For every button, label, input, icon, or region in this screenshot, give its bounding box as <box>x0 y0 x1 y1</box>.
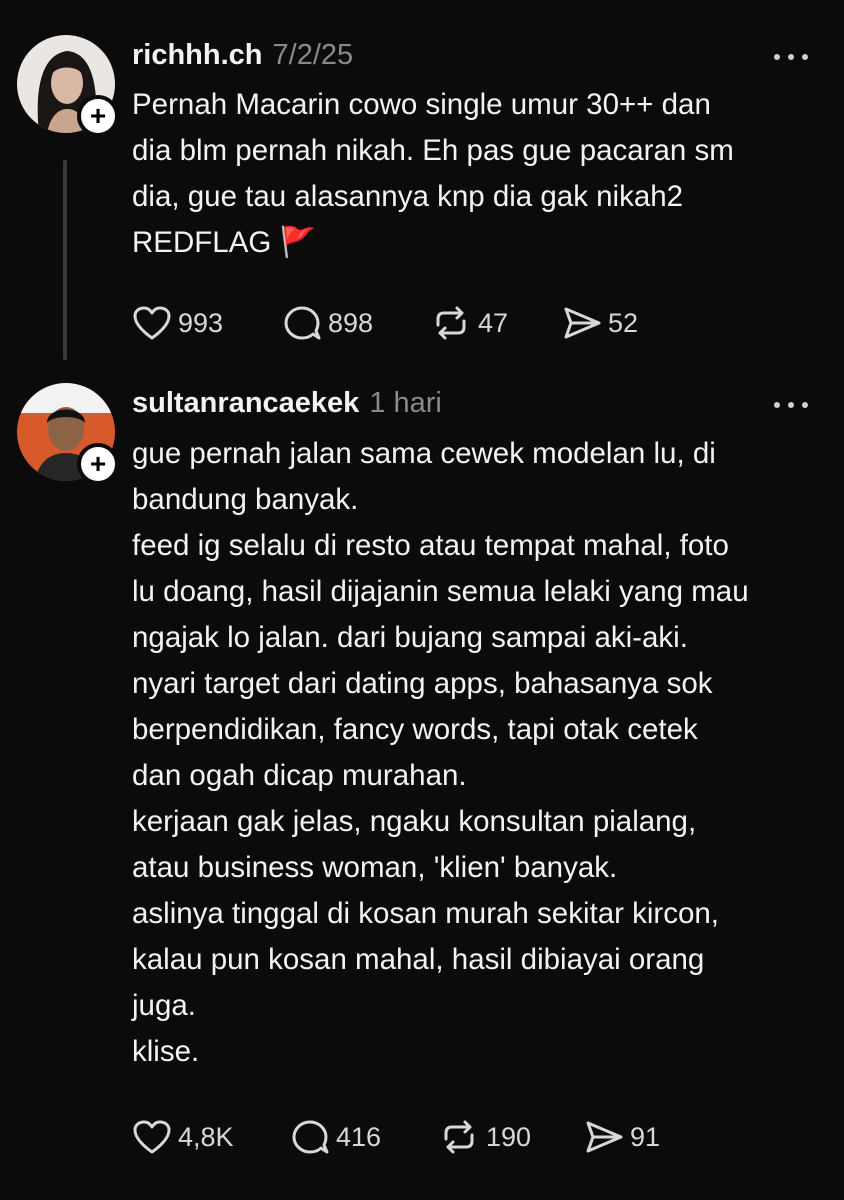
share-count: 52 <box>608 307 639 338</box>
post-text: Pernah Macarin cowo single umur 30++ dan… <box>132 82 822 266</box>
text-line: bandung banyak. <box>132 483 359 516</box>
comment-count: 898 <box>328 307 374 338</box>
text-line: gue pernah jalan sama cewek modelan lu, … <box>132 437 716 470</box>
text-line: feed ig selalu di resto atau tempat maha… <box>132 529 729 562</box>
more-icon[interactable] <box>774 398 808 412</box>
username[interactable]: richhh.ch <box>132 39 263 71</box>
repost-count: 190 <box>486 1121 532 1152</box>
username[interactable]: sultanrancaekek <box>132 387 359 419</box>
action-bar: 4,8K 416 190 91 <box>132 1117 704 1157</box>
comment-button[interactable]: 898 <box>282 305 430 341</box>
post-header: richhh.ch 7/2/25 <box>132 38 353 72</box>
heart-icon <box>133 306 171 340</box>
text-line: atau business woman, 'klien' banyak. <box>132 851 618 884</box>
thread-post-1: + richhh.ch 7/2/25 Pernah Macarin cowo si… <box>0 0 844 370</box>
thread-post-2: + sultanrancaekek 1 hari gue pernah jalan… <box>0 370 844 1200</box>
like-count: 993 <box>178 307 224 338</box>
text-line: REDFLAG 🚩 <box>132 226 317 259</box>
post-text: gue pernah jalan sama cewek modelan lu, … <box>132 431 822 1075</box>
text-line: juga. <box>132 989 196 1022</box>
like-count: 4,8K <box>178 1121 234 1152</box>
send-icon <box>586 1121 623 1153</box>
follow-plus-icon[interactable]: + <box>77 95 119 137</box>
comment-icon <box>292 1120 329 1154</box>
text-line: ngajak lo jalan. dari bujang sampai aki-… <box>132 621 688 654</box>
send-icon <box>564 307 601 339</box>
text-line: nyari target dari dating apps, bahasanya… <box>132 667 713 700</box>
post-time: 7/2/25 <box>272 39 354 71</box>
avatar-sultanrancaekek[interactable]: + <box>17 383 119 485</box>
heart-icon <box>133 1120 171 1154</box>
text-line: klise. <box>132 1035 200 1068</box>
post-time: 1 hari <box>369 387 442 419</box>
like-button[interactable]: 993 <box>132 305 282 341</box>
text-line: kalau pun kosan mahal, hasil dibiayai or… <box>132 943 705 976</box>
more-icon[interactable] <box>774 50 808 64</box>
comment-count: 416 <box>336 1121 382 1152</box>
avatar-richhh[interactable]: + <box>17 35 119 137</box>
text-line: berpendidikan, fancy words, tapi otak ce… <box>132 713 698 746</box>
share-button[interactable]: 91 <box>584 1119 704 1155</box>
repost-icon <box>436 306 466 340</box>
action-bar: 993 898 47 52 <box>132 303 682 343</box>
text-line: kerjaan gak jelas, ngaku konsultan piala… <box>132 805 697 838</box>
like-button[interactable]: 4,8K <box>132 1119 290 1155</box>
comment-button[interactable]: 416 <box>290 1119 438 1155</box>
repost-icon <box>444 1120 474 1154</box>
share-count: 91 <box>630 1121 661 1152</box>
repost-button[interactable]: 190 <box>438 1119 584 1155</box>
text-line: Pernah Macarin cowo single umur 30++ dan <box>132 88 711 121</box>
text-line: dia blm pernah nikah. Eh pas gue pacaran… <box>132 134 734 167</box>
comment-icon <box>284 306 321 340</box>
thread-line <box>63 160 67 360</box>
text-line: lu doang, hasil dijajanin semua lelaki y… <box>132 575 749 608</box>
text-line: aslinya tinggal di kosan murah sekitar k… <box>132 897 720 930</box>
share-button[interactable]: 52 <box>562 305 682 341</box>
repost-button[interactable]: 47 <box>430 305 562 341</box>
text-line: dan ogah dicap murahan. <box>132 759 467 792</box>
repost-count: 47 <box>478 307 509 338</box>
post-header: sultanrancaekek 1 hari <box>132 386 442 420</box>
follow-plus-icon[interactable]: + <box>77 443 119 485</box>
text-line: dia, gue tau alasannya knp dia gak nikah… <box>132 180 684 213</box>
